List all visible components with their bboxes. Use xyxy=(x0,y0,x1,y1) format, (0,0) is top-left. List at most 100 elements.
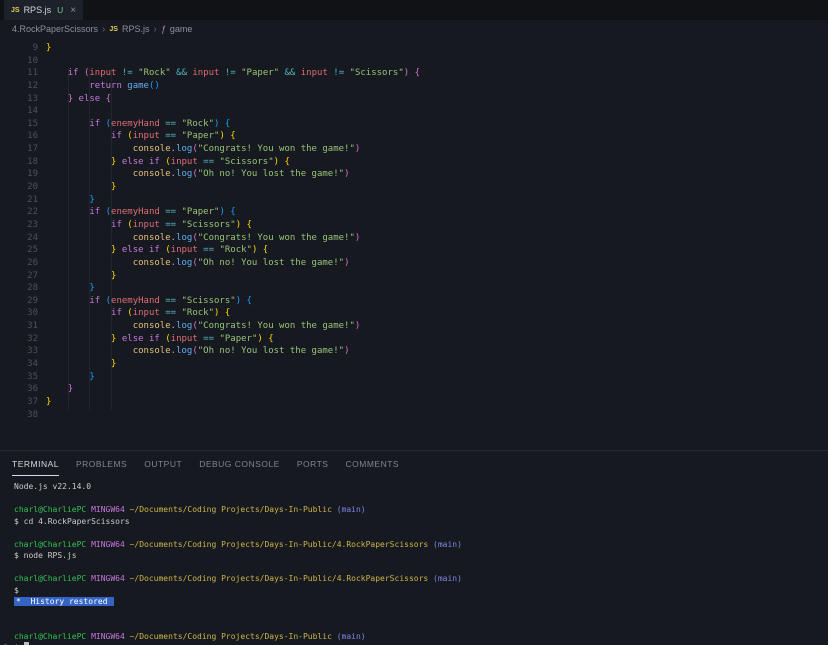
code-token: input xyxy=(192,68,225,78)
code-line[interactable]: 37} xyxy=(0,396,828,409)
code-token: input xyxy=(171,334,204,344)
code-token xyxy=(46,131,111,141)
code-line[interactable]: 27 } xyxy=(0,270,828,283)
panel-tab-terminal[interactable]: TERMINAL xyxy=(12,451,59,476)
code-line[interactable]: 10 xyxy=(0,55,828,68)
code-token: else if xyxy=(122,245,165,255)
code-text: } xyxy=(46,42,51,55)
code-line[interactable]: 13 } else { xyxy=(0,93,828,106)
code-token: "Rock" xyxy=(219,245,252,255)
code-token: log xyxy=(176,169,192,179)
code-line[interactable]: 15 if (enemyHand == "Rock") { xyxy=(0,118,828,131)
breadcrumb-symbol[interactable]: game xyxy=(170,24,193,34)
line-number: 16 xyxy=(0,130,38,143)
line-number: 23 xyxy=(0,219,38,232)
panel-tab-debug-console[interactable]: DEBUG CONSOLE xyxy=(199,451,280,476)
line-number: 12 xyxy=(0,80,38,93)
terminal-output[interactable]: Node.js v22.14.0 charl@CharliePC MINGW64… xyxy=(0,476,828,645)
terminal-text: $ xyxy=(14,586,19,595)
code-line[interactable]: 21 } xyxy=(0,194,828,207)
vscode-window: JS RPS.js U × 4.RockPaperScissors › JS R… xyxy=(0,0,828,645)
code-line[interactable]: 19 console.log("Oh no! You lost the game… xyxy=(0,168,828,181)
terminal-line: $ node RPS.js xyxy=(14,550,828,562)
code-line[interactable]: 23 if (input == "Scissors") { xyxy=(0,219,828,232)
code-text: console.log("Congrats! You won the game!… xyxy=(46,232,360,245)
code-token: && xyxy=(176,68,192,78)
line-number: 28 xyxy=(0,282,38,295)
code-token: ) xyxy=(344,169,349,179)
panel-tab-output[interactable]: OUTPUT xyxy=(144,451,182,476)
code-text: } xyxy=(46,282,95,295)
tab-rps-js[interactable]: JS RPS.js U × xyxy=(4,0,83,20)
code-line[interactable]: 34 } xyxy=(0,358,828,371)
javascript-file-icon: JS xyxy=(11,7,20,14)
code-token: == xyxy=(165,207,181,217)
code-line[interactable]: 11 if (input != "Rock" && input != "Pape… xyxy=(0,67,828,80)
code-token: if xyxy=(68,68,84,78)
code-token xyxy=(46,245,111,255)
code-token: "Paper" xyxy=(182,207,220,217)
javascript-file-icon: JS xyxy=(109,26,118,33)
code-token: ) { xyxy=(257,334,273,344)
code-line[interactable]: 36 } xyxy=(0,383,828,396)
line-number: 20 xyxy=(0,181,38,194)
indent-guide xyxy=(111,68,112,410)
panel-tab-problems[interactable]: PROBLEMS xyxy=(76,451,127,476)
code-editor[interactable]: 9}10 11 if (input != "Rock" && input != … xyxy=(0,38,828,450)
code-token: "Congrats! You won the game!" xyxy=(198,321,355,331)
close-tab-icon[interactable]: × xyxy=(70,5,76,16)
code-text xyxy=(46,55,51,68)
code-line[interactable]: 14 xyxy=(0,105,828,118)
code-token xyxy=(46,359,111,369)
code-token: && xyxy=(285,68,301,78)
code-line[interactable]: 24 console.log("Congrats! You won the ga… xyxy=(0,232,828,245)
code-token: "Oh no! You lost the game!" xyxy=(198,346,344,356)
code-token: != xyxy=(122,68,138,78)
code-line[interactable]: 32 } else if (input == "Paper") { xyxy=(0,333,828,346)
terminal-line: $ cd 4.RockPaperScissors xyxy=(14,516,828,528)
code-line[interactable]: 17 console.log("Congrats! You won the ga… xyxy=(0,143,828,156)
code-token: != xyxy=(333,68,349,78)
panel-tab-bar: TERMINAL PROBLEMS OUTPUT DEBUG CONSOLE PORTS… xyxy=(0,451,828,476)
code-token: log xyxy=(176,258,192,268)
code-line[interactable]: 12 return game() xyxy=(0,80,828,93)
panel-tab-ports[interactable]: PORTS xyxy=(297,451,329,476)
code-line[interactable]: 30 if (input == "Rock") { xyxy=(0,307,828,320)
code-token: if xyxy=(89,119,105,129)
line-number: 29 xyxy=(0,295,38,308)
code-line[interactable]: 38 xyxy=(0,409,828,422)
code-line[interactable]: 31 console.log("Congrats! You won the ga… xyxy=(0,320,828,333)
line-number: 18 xyxy=(0,156,38,169)
code-text: if (enemyHand == "Paper") { xyxy=(46,206,236,219)
terminal-text: (main) xyxy=(337,632,366,641)
code-line[interactable]: 28 } xyxy=(0,282,828,295)
code-token: input xyxy=(89,68,122,78)
line-number: 19 xyxy=(0,168,38,181)
code-line[interactable]: 16 if (input == "Paper") { xyxy=(0,130,828,143)
breadcrumb-file[interactable]: RPS.js xyxy=(122,24,150,34)
code-token: ) xyxy=(355,144,360,154)
code-token: ) { xyxy=(219,131,235,141)
code-line[interactable]: 29 if (enemyHand == "Scissors") { xyxy=(0,295,828,308)
code-line[interactable]: 33 console.log("Oh no! You lost the game… xyxy=(0,345,828,358)
code-line[interactable]: 18 } else if (input == "Scissors") { xyxy=(0,156,828,169)
line-number: 36 xyxy=(0,383,38,396)
code-line[interactable]: 26 console.log("Oh no! You lost the game… xyxy=(0,257,828,270)
code-text: } xyxy=(46,270,116,283)
code-line[interactable]: 20 } xyxy=(0,181,828,194)
line-number: 34 xyxy=(0,358,38,371)
code-token: if xyxy=(89,207,105,217)
code-line[interactable]: 25 } else if (input == "Rock") { xyxy=(0,244,828,257)
line-number: 27 xyxy=(0,270,38,283)
terminal-text: ~/Documents/Coding Projects/Days-In-Publ… xyxy=(130,632,337,641)
code-line[interactable]: 35 } xyxy=(0,371,828,384)
code-line[interactable]: 22 if (enemyHand == "Paper") { xyxy=(0,206,828,219)
code-line[interactable]: 9} xyxy=(0,42,828,55)
breadcrumb-folder[interactable]: 4.RockPaperScissors xyxy=(12,24,98,34)
bottom-panel: TERMINAL PROBLEMS OUTPUT DEBUG CONSOLE PORTS… xyxy=(0,450,828,645)
code-text: if (input == "Rock") { xyxy=(46,307,230,320)
code-token: } xyxy=(111,245,122,255)
code-token: enemyHand xyxy=(111,207,165,217)
panel-tab-comments[interactable]: COMMENTS xyxy=(345,451,399,476)
code-token: ) { xyxy=(214,308,230,318)
